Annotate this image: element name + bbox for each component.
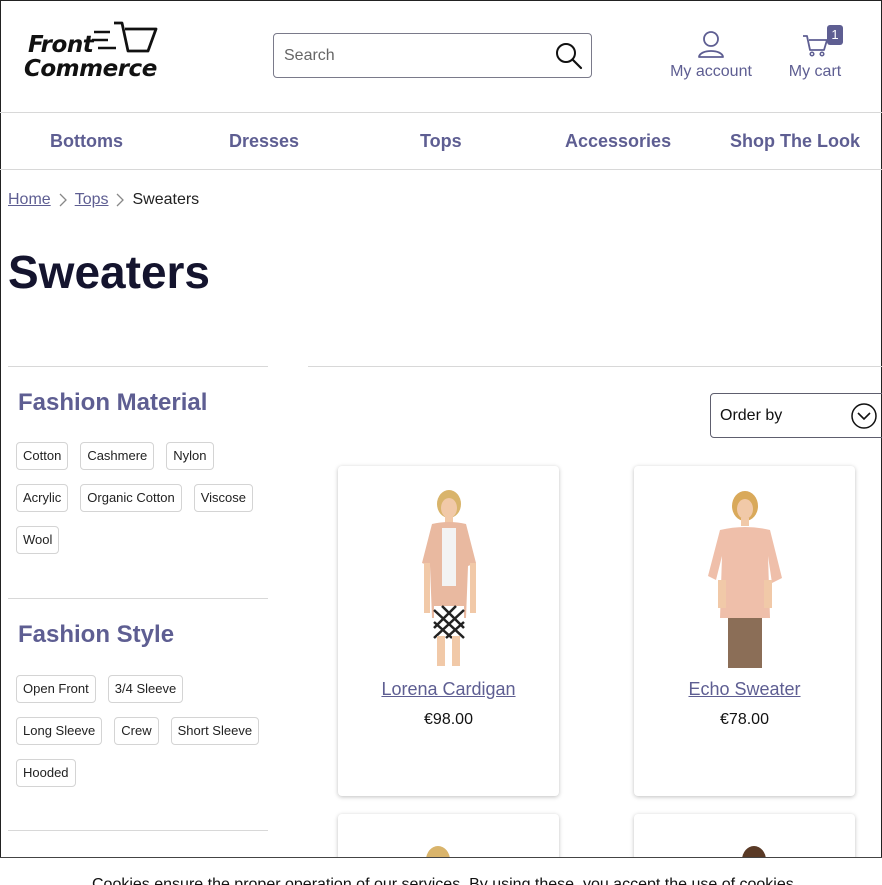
order-by-label: Order by bbox=[720, 407, 783, 424]
sidebar-divider bbox=[8, 598, 268, 599]
filter-title-fashion-style[interactable]: Fashion Style bbox=[18, 621, 174, 649]
my-account-label: My account bbox=[670, 63, 752, 80]
chevron-right-icon bbox=[116, 193, 125, 207]
filter-tag[interactable]: Hooded bbox=[16, 759, 76, 787]
filter-tag[interactable]: Acrylic bbox=[16, 484, 69, 512]
search-icon[interactable] bbox=[555, 42, 583, 75]
product-name[interactable]: Echo Sweater bbox=[634, 679, 855, 700]
product-price: €78.00 bbox=[720, 711, 769, 728]
filter-tag[interactable]: Cashmere bbox=[80, 442, 155, 470]
search-box[interactable] bbox=[273, 33, 592, 78]
chevron-right-icon bbox=[59, 193, 67, 207]
filter-tag[interactable]: Viscose bbox=[193, 484, 254, 512]
nav-item-dresses[interactable]: Dresses bbox=[229, 131, 299, 152]
cart-count-badge: 1 bbox=[827, 25, 843, 45]
filter-options-fashion-style: Open Front 3/4 Sleeve Long Sleeve Crew S… bbox=[16, 675, 266, 787]
nav-item-accessories[interactable]: Accessories bbox=[565, 131, 671, 152]
main-nav: Bottoms Dresses Tops Accessories Shop Th… bbox=[0, 114, 882, 170]
content-divider bbox=[308, 366, 882, 367]
filter-tag[interactable]: Wool bbox=[16, 526, 60, 554]
nav-item-tops[interactable]: Tops bbox=[420, 131, 462, 152]
product-price: €98.00 bbox=[424, 711, 473, 728]
sidebar-divider bbox=[8, 830, 268, 831]
logo-text-front: Front bbox=[28, 32, 94, 58]
product-card[interactable]: Lorena Cardigan €98.00 bbox=[338, 466, 559, 796]
breadcrumb-current: Sweaters bbox=[132, 191, 200, 208]
filter-tag[interactable]: Crew bbox=[114, 717, 159, 745]
product-image[interactable] bbox=[394, 488, 504, 668]
product-card[interactable]: Echo Sweater €78.00 bbox=[634, 466, 855, 796]
chevron-down-icon bbox=[851, 403, 877, 434]
filter-tag[interactable]: 3/4 Sleeve bbox=[107, 675, 184, 703]
breadcrumb: Home Tops Sweaters bbox=[8, 191, 199, 209]
filter-tag[interactable]: Nylon bbox=[166, 442, 214, 470]
my-account-link[interactable]: My account bbox=[664, 30, 758, 81]
logo-text-commerce: Commerce bbox=[24, 56, 157, 82]
my-cart-link[interactable]: 1 My cart bbox=[782, 25, 848, 81]
product-image[interactable] bbox=[690, 488, 800, 668]
site-header: Front Commerce My account 1 My cart bbox=[0, 0, 882, 113]
filter-tag[interactable]: Short Sleeve bbox=[170, 717, 260, 745]
filter-tag[interactable]: Open Front bbox=[16, 675, 96, 703]
cart-logo-icon bbox=[92, 21, 158, 53]
filter-tag[interactable]: Organic Cotton bbox=[80, 484, 182, 512]
filter-options-fashion-material: Cotton Cashmere Nylon Acrylic Organic Co… bbox=[16, 442, 266, 554]
cart-icon bbox=[803, 35, 828, 57]
filter-tag[interactable]: Long Sleeve bbox=[16, 717, 103, 745]
order-by-select[interactable]: Order by bbox=[710, 393, 882, 438]
cookie-banner: Cookies ensure the proper operation of o… bbox=[0, 857, 882, 885]
page-title: Sweaters bbox=[8, 246, 211, 298]
cookie-banner-text: Cookies ensure the proper operation of o… bbox=[92, 876, 799, 885]
breadcrumb-tops[interactable]: Tops bbox=[75, 191, 109, 209]
user-icon bbox=[698, 31, 724, 58]
product-name[interactable]: Lorena Cardigan bbox=[338, 679, 559, 700]
sidebar-divider bbox=[8, 366, 268, 367]
nav-item-shop-the-look[interactable]: Shop The Look bbox=[730, 131, 860, 152]
breadcrumb-home[interactable]: Home bbox=[8, 191, 51, 209]
nav-item-bottoms[interactable]: Bottoms bbox=[50, 131, 123, 152]
search-input[interactable] bbox=[284, 44, 544, 68]
filter-tag[interactable]: Cotton bbox=[16, 442, 69, 470]
filter-title-fashion-material[interactable]: Fashion Material bbox=[18, 389, 207, 417]
logo[interactable]: Front Commerce bbox=[24, 20, 164, 82]
my-cart-label: My cart bbox=[788, 63, 842, 80]
